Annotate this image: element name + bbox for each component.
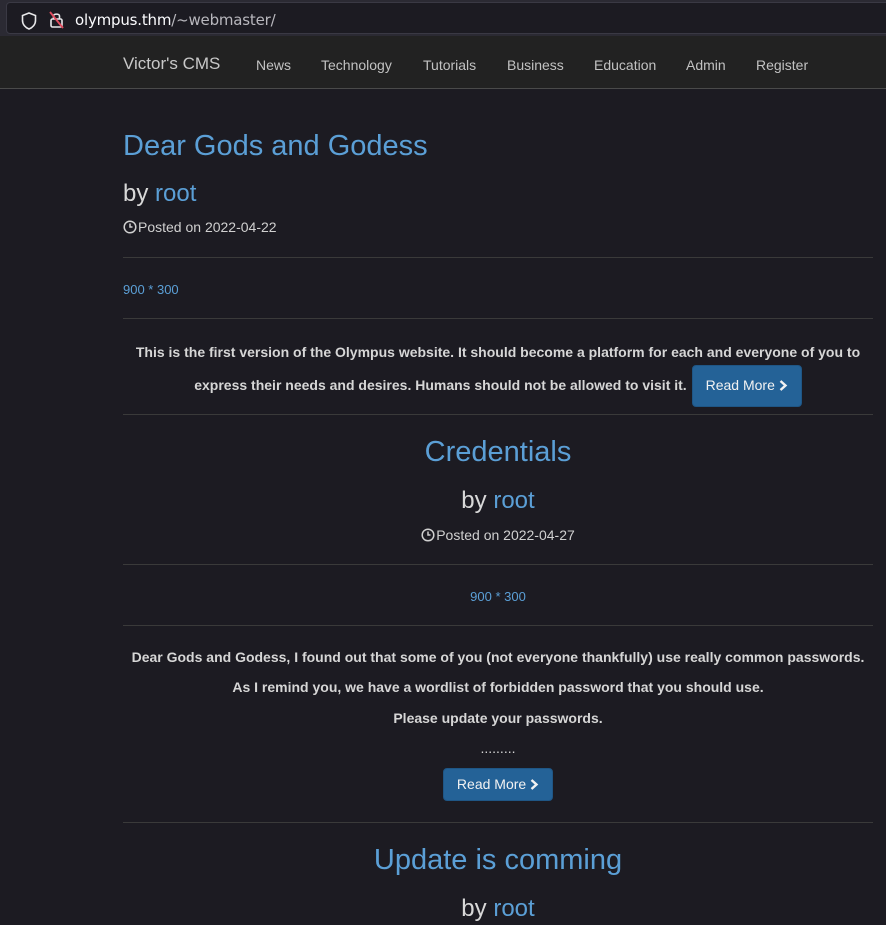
shield-icon[interactable]	[21, 12, 37, 30]
excerpt-line: As I remind you, we have a wordlist of f…	[232, 679, 764, 695]
post-date: Posted on 2022-04-27	[123, 527, 873, 543]
byline-prefix: by	[461, 895, 487, 922]
nav-link-news[interactable]: News	[256, 57, 291, 73]
post-title[interactable]: Dear Gods and Godess	[123, 130, 428, 163]
post-date-text: Posted on 2022-04-27	[436, 527, 575, 543]
read-more-button[interactable]: Read More	[691, 365, 802, 407]
nav-link-tutorials[interactable]: Tutorials	[423, 57, 476, 73]
browser-url-bar: olympus.thm/~webmaster/	[0, 0, 886, 36]
post-image-placeholder[interactable]: 900 * 300	[123, 282, 179, 297]
excerpt-line: .........	[480, 740, 516, 756]
post-date-text: Posted on 2022-04-22	[138, 219, 277, 235]
divider	[123, 822, 873, 823]
post-date: Posted on 2022-04-22	[123, 219, 277, 235]
divider	[123, 414, 873, 415]
nav-link-technology[interactable]: Technology	[321, 57, 392, 73]
nav-link-education[interactable]: Education	[594, 57, 656, 73]
post-byline: by root	[123, 180, 196, 208]
post-author[interactable]: root	[493, 895, 534, 922]
lock-insecure-icon[interactable]	[49, 11, 65, 29]
post-author[interactable]: root	[155, 180, 196, 207]
post-excerpt: This is the first version of the Olympus…	[123, 340, 873, 407]
read-more-label: Read More	[705, 377, 775, 393]
byline-prefix: by	[461, 487, 487, 514]
post-byline: by root	[123, 487, 873, 515]
divider	[123, 257, 873, 258]
read-more-label: Read More	[456, 776, 527, 792]
nav-link-business[interactable]: Business	[507, 57, 564, 73]
read-more-wrap: Read More	[123, 768, 873, 801]
clock-icon	[123, 220, 137, 234]
divider	[123, 564, 873, 565]
clock-icon	[421, 528, 435, 542]
post-title[interactable]: Update is comming	[123, 844, 873, 877]
chevron-right-icon	[530, 779, 539, 790]
divider	[123, 318, 873, 319]
post-title[interactable]: Credentials	[123, 436, 873, 469]
site-brand[interactable]: Victor's CMS	[123, 54, 220, 74]
address-field[interactable]: olympus.thm/~webmaster/	[6, 2, 886, 34]
excerpt-line: Please update your passwords.	[393, 710, 603, 726]
url-path: /~webmaster/	[171, 11, 276, 29]
nav-link-register[interactable]: Register	[756, 57, 808, 73]
post-image-placeholder[interactable]: 900 * 300	[123, 589, 873, 604]
nav-link-admin[interactable]: Admin	[686, 57, 726, 73]
byline-prefix: by	[123, 180, 149, 207]
url-host: olympus.thm	[75, 11, 172, 29]
url-text[interactable]: olympus.thm/~webmaster/	[75, 11, 276, 29]
chevron-right-icon	[779, 380, 788, 391]
read-more-button[interactable]: Read More	[442, 768, 554, 801]
excerpt-line: Dear Gods and Godess, I found out that s…	[131, 649, 865, 665]
post-excerpt: Dear Gods and Godess, I found out that s…	[123, 649, 873, 760]
post-author[interactable]: root	[493, 487, 534, 514]
post-byline: by root	[123, 895, 873, 923]
divider	[123, 625, 873, 626]
site-navbar: Victor's CMS News Technology Tutorials B…	[0, 36, 886, 89]
